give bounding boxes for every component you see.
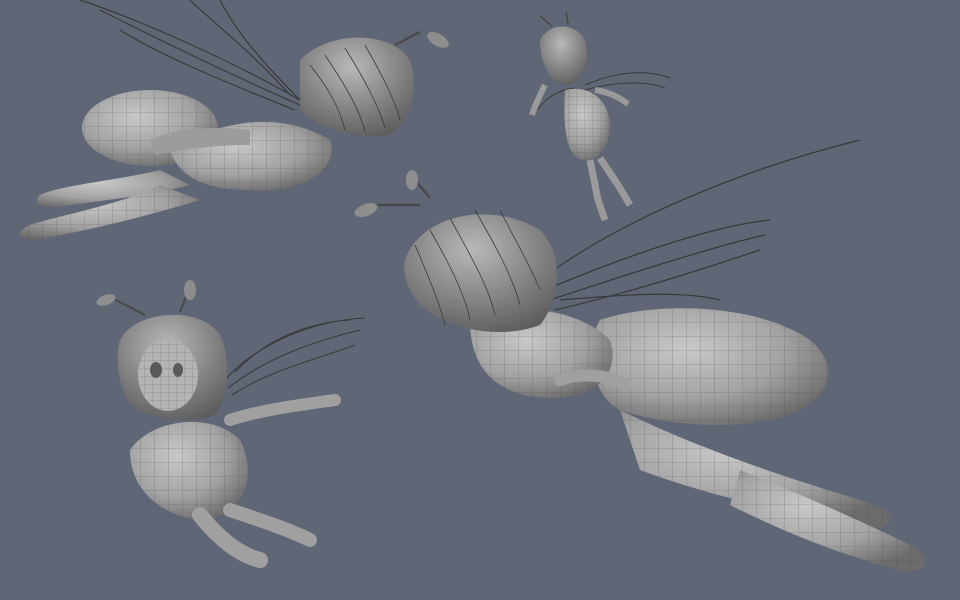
hair [300,37,414,137]
eye-left [150,362,162,378]
scene-svg [0,0,960,600]
eye-right [173,363,183,377]
render-viewport [0,0,960,600]
